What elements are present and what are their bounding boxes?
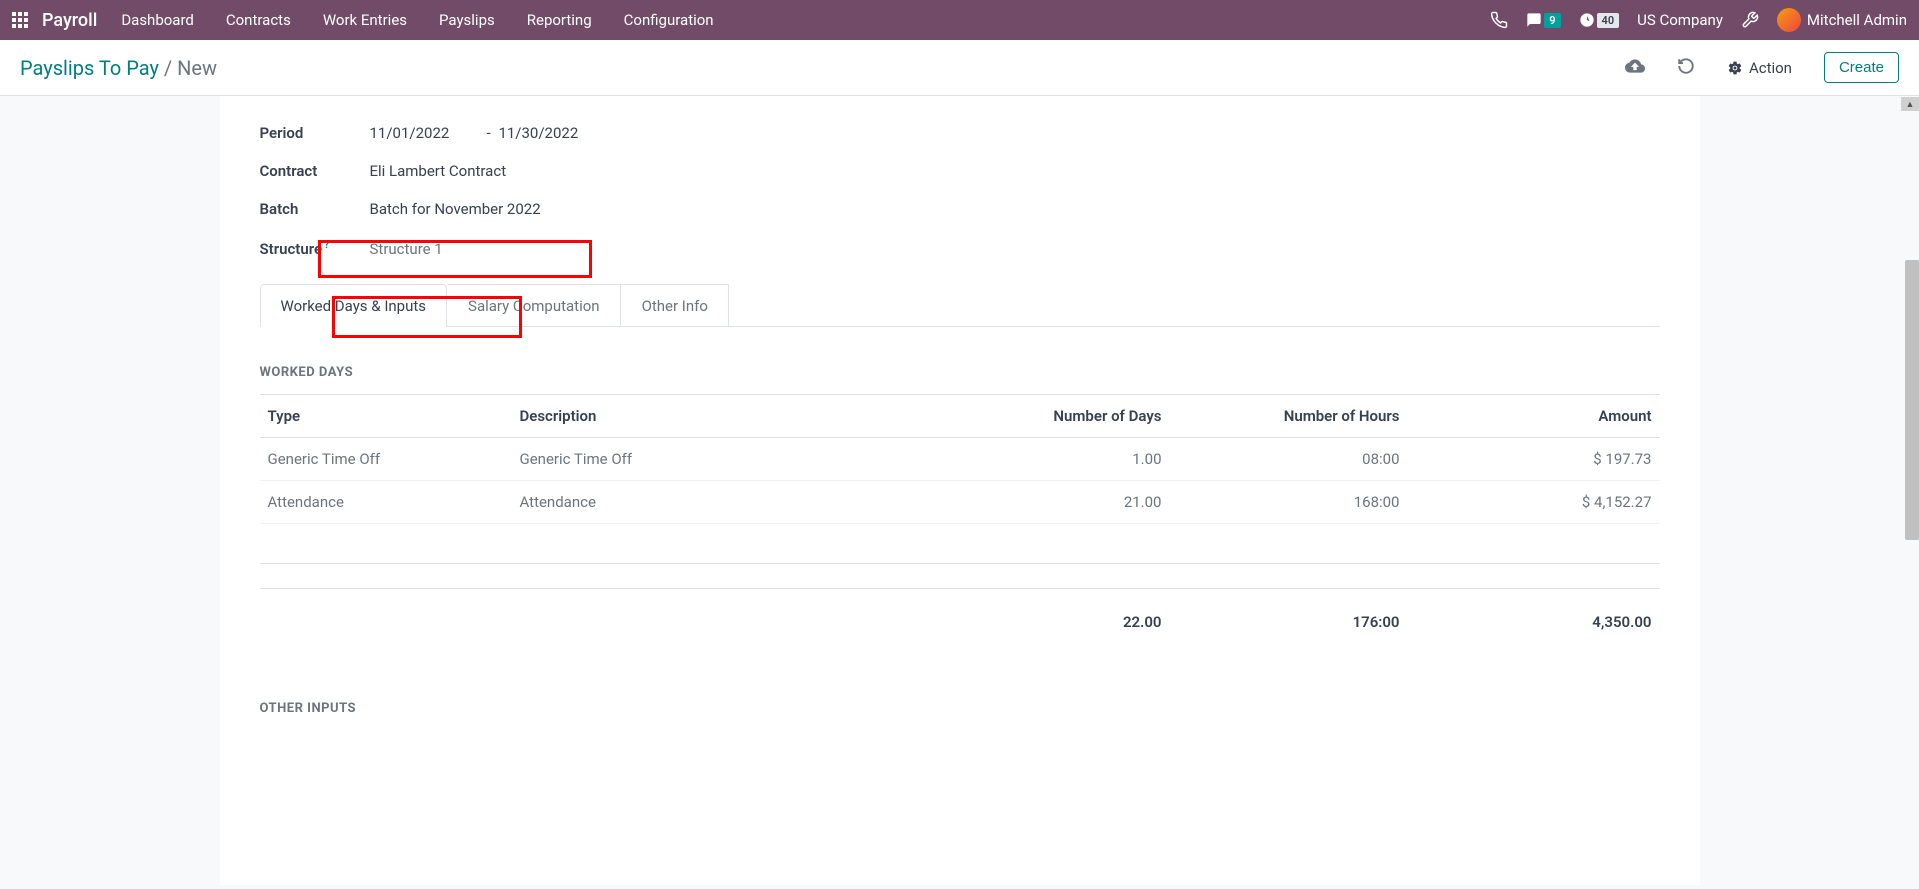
period-label: Period: [260, 124, 370, 142]
activities-icon[interactable]: 40: [1579, 12, 1620, 28]
structure-value[interactable]: Structure 1: [370, 240, 443, 258]
col-description[interactable]: Description: [512, 395, 932, 438]
field-batch: Batch Batch for November 2022: [260, 200, 1660, 218]
batch-value[interactable]: Batch for November 2022: [370, 200, 541, 218]
cloud-icon[interactable]: [1625, 56, 1645, 80]
messages-icon[interactable]: 9: [1526, 12, 1560, 28]
contract-label: Contract: [260, 162, 370, 180]
cell-days: 1.00: [932, 438, 1170, 481]
batch-label: Batch: [260, 200, 370, 218]
voip-icon[interactable]: [1490, 11, 1508, 29]
cell-type: Attendance: [260, 481, 512, 524]
messages-badge: 9: [1544, 13, 1560, 28]
total-days: 22.00: [932, 589, 1170, 644]
apps-icon[interactable]: [12, 12, 28, 28]
breadcrumb: Payslips To Pay / New: [20, 56, 217, 80]
user-name: Mitchell Admin: [1807, 11, 1907, 29]
breadcrumb-sep: /: [164, 56, 177, 80]
company-selector[interactable]: US Company: [1637, 11, 1723, 29]
structure-label: Structure?: [260, 238, 370, 258]
cell-hours: 08:00: [1170, 438, 1408, 481]
action-dropdown[interactable]: Action: [1727, 59, 1792, 77]
nav-work-entries[interactable]: Work Entries: [323, 11, 407, 29]
other-inputs-title: OTHER INPUTS: [260, 701, 1660, 716]
activities-badge: 40: [1597, 13, 1620, 28]
tab-salary-computation[interactable]: Salary Computation: [447, 284, 621, 327]
worked-days-table: Type Description Number of Days Number o…: [260, 394, 1660, 643]
period-from: 11/01/2022: [370, 124, 450, 142]
col-type[interactable]: Type: [260, 395, 512, 438]
breadcrumb-parent[interactable]: Payslips To Pay: [20, 56, 159, 80]
control-actions: Action Create: [1625, 52, 1899, 83]
cell-days: 21.00: [932, 481, 1170, 524]
cell-amount: $ 4,152.27: [1408, 481, 1660, 524]
debug-icon[interactable]: [1741, 11, 1759, 29]
cell-description: Attendance: [512, 481, 932, 524]
help-icon[interactable]: ?: [324, 238, 329, 251]
period-value[interactable]: 11/01/2022 - 11/30/2022: [370, 124, 579, 142]
cell-type: Generic Time Off: [260, 438, 512, 481]
totals-row: 22.00 176:00 4,350.00: [260, 589, 1660, 644]
table-row[interactable]: Attendance Attendance 21.00 168:00 $ 4,1…: [260, 481, 1660, 524]
user-menu[interactable]: Mitchell Admin: [1777, 8, 1907, 32]
action-label: Action: [1749, 59, 1792, 77]
discard-icon[interactable]: [1677, 57, 1695, 79]
avatar: [1777, 8, 1801, 32]
cell-description: Generic Time Off: [512, 438, 932, 481]
nav-reporting[interactable]: Reporting: [527, 11, 592, 29]
nav-menu: Dashboard Contracts Work Entries Payslip…: [121, 11, 1490, 29]
app-name[interactable]: Payroll: [42, 10, 97, 31]
col-amount[interactable]: Amount: [1408, 395, 1660, 438]
nav-payslips[interactable]: Payslips: [439, 11, 495, 29]
field-period: Period 11/01/2022 - 11/30/2022: [260, 124, 1660, 142]
tab-worked-days[interactable]: Worked Days & Inputs: [260, 284, 448, 327]
total-amount: 4,350.00: [1408, 589, 1660, 644]
form-sheet: Period 11/01/2022 - 11/30/2022 Contract …: [220, 96, 1700, 885]
nav-contracts[interactable]: Contracts: [226, 11, 291, 29]
topbar-right: 9 40 US Company Mitchell Admin: [1490, 8, 1907, 32]
top-navbar: Payroll Dashboard Contracts Work Entries…: [0, 0, 1919, 40]
period-to: 11/30/2022: [498, 124, 578, 142]
field-contract: Contract Eli Lambert Contract: [260, 162, 1660, 180]
total-hours: 176:00: [1170, 589, 1408, 644]
worked-days-title: WORKED DAYS: [260, 365, 1660, 380]
nav-configuration[interactable]: Configuration: [624, 11, 714, 29]
empty-row[interactable]: [260, 524, 1660, 564]
cell-hours: 168:00: [1170, 481, 1408, 524]
tab-other-info[interactable]: Other Info: [621, 284, 729, 327]
contract-value[interactable]: Eli Lambert Contract: [370, 162, 507, 180]
spacer-row: [260, 564, 1660, 589]
cell-amount: $ 197.73: [1408, 438, 1660, 481]
col-hours[interactable]: Number of Hours: [1170, 395, 1408, 438]
scroll-up-icon[interactable]: ▲: [1901, 97, 1919, 111]
control-panel: Payslips To Pay / New Action Create: [0, 40, 1919, 96]
period-sep: -: [487, 124, 491, 142]
field-structure: Structure? Structure 1: [260, 238, 1660, 258]
table-header-row: Type Description Number of Days Number o…: [260, 395, 1660, 438]
nav-dashboard[interactable]: Dashboard: [121, 11, 194, 29]
tabs: Worked Days & Inputs Salary Computation …: [260, 284, 1660, 327]
breadcrumb-current: New: [177, 56, 217, 80]
create-button[interactable]: Create: [1824, 52, 1899, 83]
table-row[interactable]: Generic Time Off Generic Time Off 1.00 0…: [260, 438, 1660, 481]
col-days[interactable]: Number of Days: [932, 395, 1170, 438]
scrollbar-thumb[interactable]: [1905, 260, 1919, 540]
